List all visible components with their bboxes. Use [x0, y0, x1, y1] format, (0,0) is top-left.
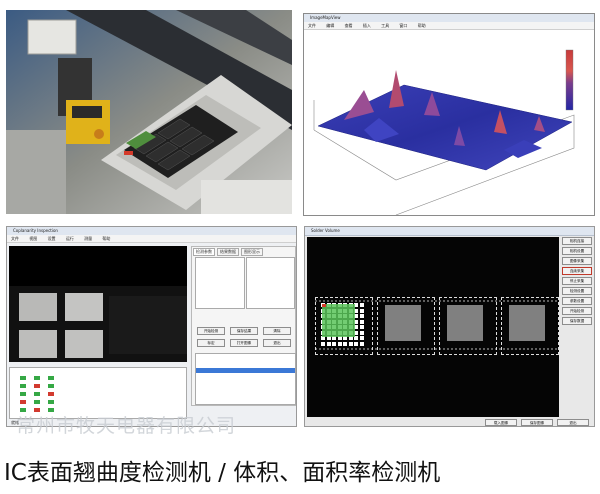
- open-image-button[interactable]: 打开图像: [230, 339, 258, 347]
- tab-strip: 检测参数 结果数据 图形显示: [192, 247, 295, 257]
- clear-button[interactable]: 清除: [263, 327, 291, 335]
- surface-3d-window: ImageMapView 文件 编辑 查看 插入 工具 窗口 帮助: [303, 13, 595, 216]
- stop-grab-button[interactable]: 停止采集: [562, 277, 592, 285]
- camera-settings-button[interactable]: 相机设置: [562, 247, 592, 255]
- volume-window: Solder Volume 相机连接 相机设置 图像采集 连续采集 停止采集 检…: [304, 226, 595, 427]
- menu-item-view[interactable]: 查看: [345, 23, 353, 28]
- param-list-right: [246, 257, 295, 309]
- menu-bar: 文件 编辑 查看 插入 工具 窗口 帮助: [304, 22, 594, 30]
- camera-image: [9, 286, 187, 362]
- load-image-button[interactable]: 载入图像: [485, 419, 517, 426]
- menu-item-file[interactable]: 文件: [308, 23, 316, 28]
- menu-item-run[interactable]: 运行: [66, 236, 74, 241]
- inspection-window: Coplanarity Inspection 文件 视图 设置 运行 测量 帮助…: [6, 226, 297, 427]
- exit-button[interactable]: 退出: [557, 419, 589, 426]
- menu-item-measure[interactable]: 测量: [84, 236, 92, 241]
- start-inspect-button[interactable]: 开始检测: [197, 327, 225, 335]
- menu-item-settings[interactable]: 设置: [48, 236, 56, 241]
- pad-overlay: [315, 300, 557, 350]
- menu-item-view[interactable]: 视图: [29, 236, 37, 241]
- menu-item-help[interactable]: 帮助: [418, 23, 426, 28]
- image-display: [307, 237, 559, 417]
- camera-view: [9, 246, 187, 362]
- side-button-column: 相机连接 相机设置 图像采集 连续采集 停止采集 检测设置 参数设置 开始检测 …: [562, 237, 592, 327]
- results-table: [195, 353, 296, 405]
- camera-connect-button[interactable]: 相机连接: [562, 237, 592, 245]
- menu-bar: 文件 视图 设置 运行 测量 帮助: [7, 235, 296, 243]
- window-titlebar: Solder Volume: [305, 227, 594, 236]
- table-row-selected[interactable]: [196, 368, 295, 373]
- machine-photo: [6, 10, 292, 214]
- grab-image-button[interactable]: 图像采集: [562, 257, 592, 265]
- menu-item-edit[interactable]: 编辑: [326, 23, 334, 28]
- param-list-left: [195, 257, 245, 309]
- save-image-button[interactable]: 保存图像: [521, 419, 553, 426]
- menu-item-tools[interactable]: 工具: [381, 23, 389, 28]
- save-data-button[interactable]: 保存数据: [562, 317, 592, 325]
- surface-plot: [313, 49, 575, 215]
- menu-item-file[interactable]: 文件: [11, 236, 19, 241]
- exit-button[interactable]: 退出: [263, 339, 291, 347]
- menu-item-window[interactable]: 窗口: [399, 23, 407, 28]
- inspect-settings-button[interactable]: 检测设置: [562, 287, 592, 295]
- page-caption: IC表面翘曲度检测机 / 体积、面积率检测机: [4, 460, 441, 486]
- calibrate-button[interactable]: 标定: [197, 339, 225, 347]
- tab-params[interactable]: 检测参数: [193, 248, 215, 256]
- menu-item-help[interactable]: 帮助: [102, 236, 110, 241]
- tab-graphics[interactable]: 图形显示: [241, 248, 263, 256]
- machine-photo-drawing: [6, 10, 292, 214]
- save-results-button[interactable]: 保存结果: [230, 327, 258, 335]
- tab-results[interactable]: 结果数据: [217, 248, 239, 256]
- menu-item-insert[interactable]: 插入: [363, 23, 371, 28]
- start-inspect-button[interactable]: 开始检测: [562, 307, 592, 315]
- continuous-grab-button[interactable]: 连续采集: [562, 267, 592, 275]
- param-settings-button[interactable]: 参数设置: [562, 297, 592, 305]
- company-watermark: 常州市牧天电器有限公司: [16, 415, 237, 437]
- settings-panel: 检测参数 结果数据 图形显示 开始检测 保存结果 清除 标定 打开图像 退出: [191, 246, 296, 406]
